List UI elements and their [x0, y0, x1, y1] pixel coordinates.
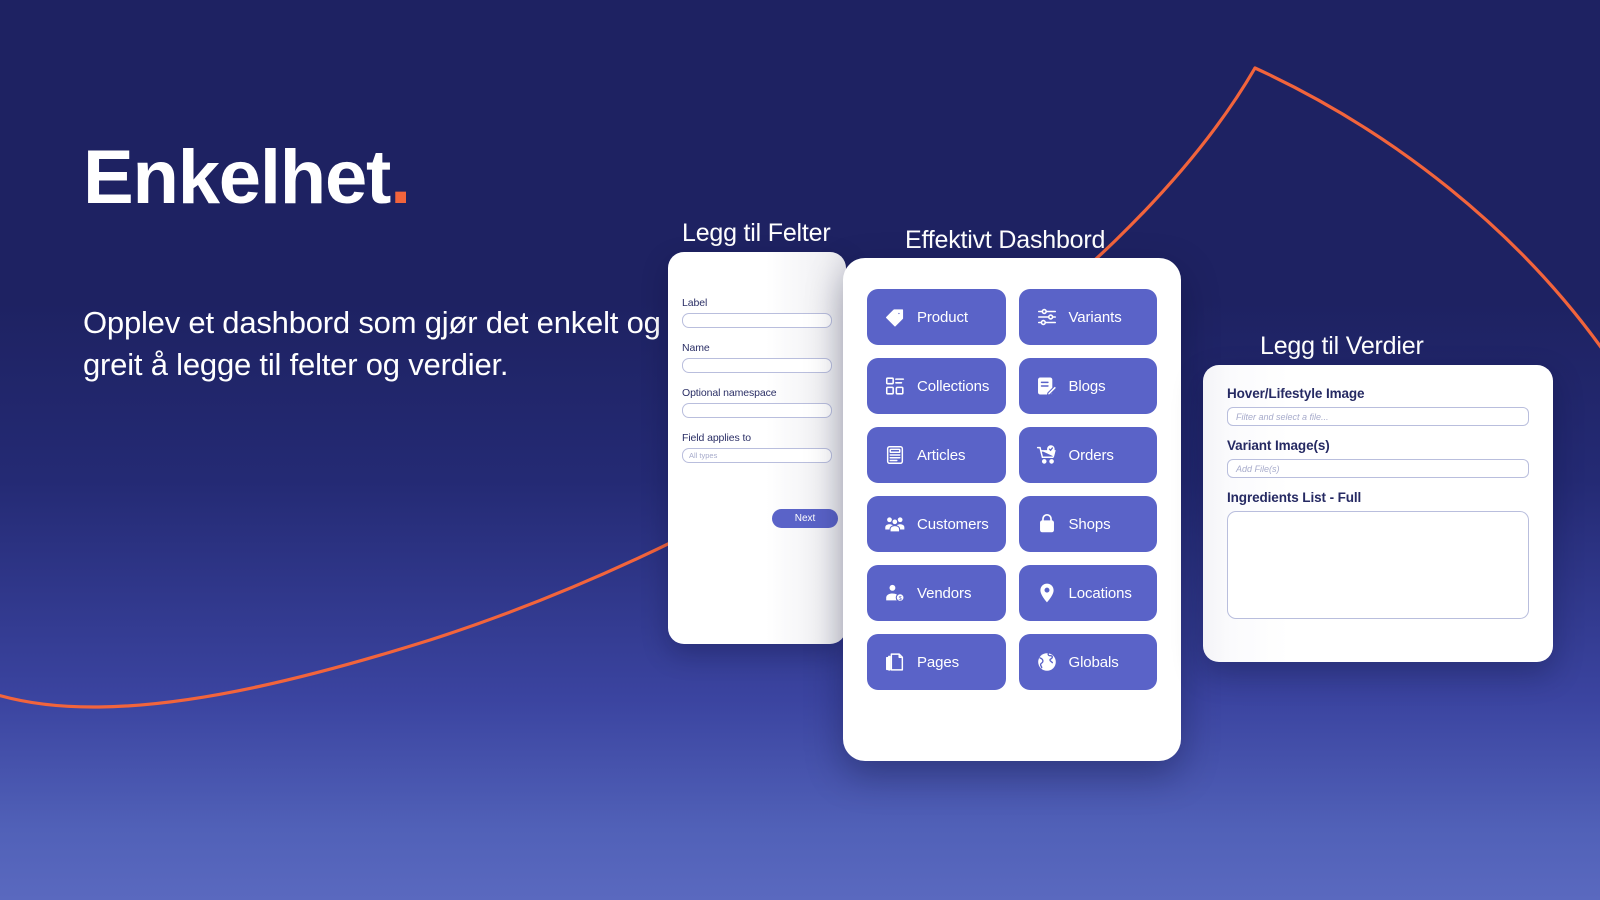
pages-stack-icon: [884, 651, 906, 673]
card-dashboard-title: Effektivt Dashbord: [905, 226, 1106, 254]
field-group-namespace: Optional namespace: [682, 387, 832, 418]
page-title: Enkelhet.: [83, 140, 683, 216]
value-group-variant-images: Variant Image(s) Add File(s): [1227, 438, 1529, 478]
variant-images-input[interactable]: Add File(s): [1227, 459, 1529, 478]
card-fields-title: Legg til Felter: [682, 219, 831, 247]
hover-image-label: Hover/Lifestyle Image: [1227, 386, 1365, 401]
dashboard-button-label: Globals: [1068, 653, 1119, 671]
dashboard-button-articles[interactable]: Articles: [867, 427, 1006, 483]
dashboard-button-collections[interactable]: Collections: [867, 358, 1006, 414]
dashboard-button-variants[interactable]: Variants: [1018, 289, 1157, 345]
dashboard-button-blogs[interactable]: Blogs: [1018, 358, 1157, 414]
document-pencil-icon: [1036, 375, 1058, 397]
sliders-icon: [1036, 306, 1058, 328]
value-group-hover-image: Hover/Lifestyle Image Filter and select …: [1227, 386, 1529, 426]
next-button[interactable]: Next: [772, 509, 838, 528]
dashboard-button-customers[interactable]: Customers: [867, 496, 1006, 552]
dashboard-button-vendors[interactable]: $ Vendors: [867, 565, 1006, 621]
people-group-icon: [884, 513, 906, 535]
dashboard-button-label: Product: [917, 308, 968, 326]
label-input[interactable]: [682, 313, 832, 328]
dashboard-card: Product Variants Collections Blogs Artic…: [843, 258, 1181, 761]
dashboard-button-label: Vendors: [917, 584, 972, 602]
map-pin-icon: [1036, 582, 1058, 604]
applies-to-select[interactable]: All types: [682, 448, 832, 463]
svg-text:$: $: [899, 596, 902, 602]
dashboard-button-label: Locations: [1068, 584, 1132, 602]
globe-icon: [1036, 651, 1058, 673]
add-fields-card: Label Name Optional namespace Field appl…: [668, 252, 846, 644]
dashboard-button-label: Articles: [917, 446, 966, 464]
dashboard-button-shops[interactable]: Shops: [1018, 496, 1157, 552]
dashboard-button-label: Pages: [917, 653, 960, 671]
dashboard-button-locations[interactable]: Locations: [1018, 565, 1157, 621]
page-title-text: Enkelhet: [83, 135, 391, 220]
name-field-label: Name: [682, 342, 710, 354]
dashboard-button-label: Shops: [1068, 515, 1111, 533]
hero-block: Enkelhet. Opplev et dashbord som gjør de…: [83, 140, 683, 386]
ingredients-label: Ingredients List - Full: [1227, 490, 1362, 505]
title-accent-dot: .: [390, 135, 411, 220]
label-field-label: Label: [682, 297, 708, 309]
field-group-label: Label: [682, 297, 832, 328]
ingredients-textarea[interactable]: [1227, 511, 1529, 619]
dashboard-button-label: Blogs: [1068, 377, 1106, 395]
card-values-title: Legg til Verdier: [1260, 332, 1424, 360]
dashboard-button-pages[interactable]: Pages: [867, 634, 1006, 690]
add-values-card: Hover/Lifestyle Image Filter and select …: [1203, 365, 1553, 662]
dashboard-button-label: Orders: [1068, 446, 1114, 464]
applies-to-field-label: Field applies to: [682, 432, 752, 444]
dashboard-button-label: Customers: [917, 515, 989, 533]
person-money-icon: $: [884, 582, 906, 604]
field-group-applies-to: Field applies to All types: [682, 432, 832, 463]
hero-subtitle: Opplev et dashbord som gjør det enkelt o…: [83, 305, 661, 382]
namespace-field-label: Optional namespace: [682, 387, 777, 399]
dashboard-button-label: Variants: [1068, 308, 1122, 326]
article-lines-icon: [884, 444, 906, 466]
shopping-bag-icon: [1036, 513, 1058, 535]
dashboard-button-grid: Product Variants Collections Blogs Artic…: [867, 289, 1157, 690]
variant-images-label: Variant Image(s): [1227, 438, 1330, 453]
namespace-input[interactable]: [682, 403, 832, 418]
promo-slide: Enkelhet. Opplev et dashbord som gjør de…: [0, 0, 1600, 900]
hover-image-input[interactable]: Filter and select a file...: [1227, 407, 1529, 426]
shopping-cart-check-icon: [1036, 444, 1058, 466]
dashboard-button-orders[interactable]: Orders: [1018, 427, 1157, 483]
dashboard-button-globals[interactable]: Globals: [1018, 634, 1157, 690]
dashboard-button-label: Collections: [917, 377, 990, 395]
dashboard-button-product[interactable]: Product: [867, 289, 1006, 345]
name-input[interactable]: [682, 358, 832, 373]
grid-layout-icon: [884, 375, 906, 397]
tag-icon: [884, 306, 906, 328]
value-group-ingredients: Ingredients List - Full: [1227, 490, 1529, 619]
field-group-name: Name: [682, 342, 832, 373]
